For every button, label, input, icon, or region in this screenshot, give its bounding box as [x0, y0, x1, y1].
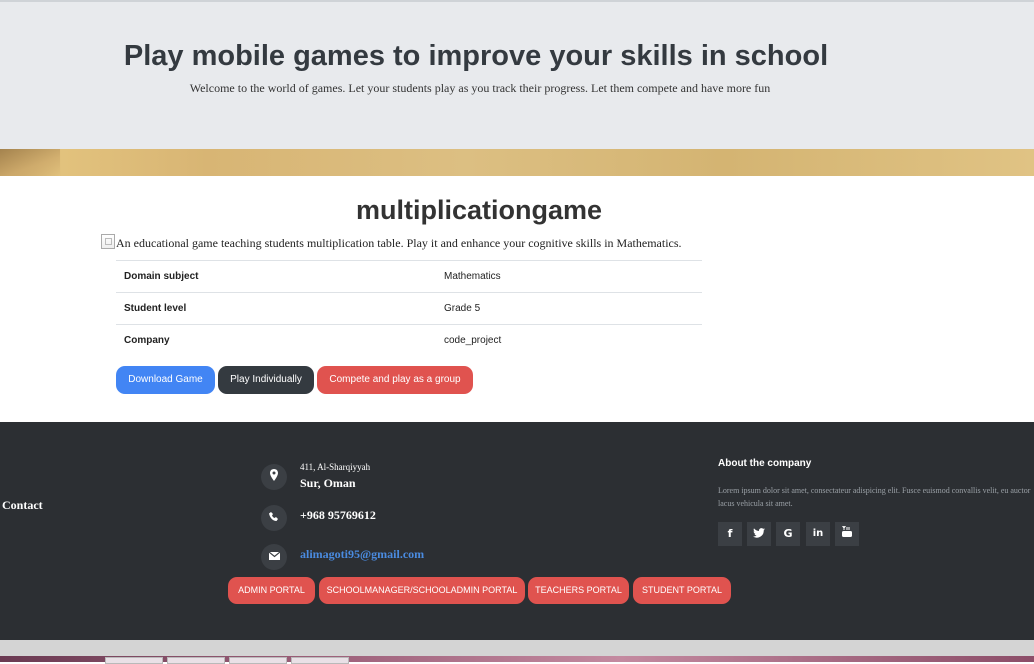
envelope-icon	[261, 544, 287, 570]
compete-group-button[interactable]: Compete and play as a group	[317, 366, 473, 394]
footer: Contact 411, Al-Sharqiyyah Sur, Oman +96…	[0, 422, 1034, 640]
contact-heading: Contact	[2, 498, 43, 512]
about-heading: About the company	[718, 458, 812, 469]
game-image-icon	[101, 234, 115, 249]
taskbar-item[interactable]	[167, 657, 225, 664]
taskbar-item[interactable]	[229, 657, 287, 664]
address-line-1: 411, Al-Sharqiyyah	[300, 462, 371, 472]
detail-value: code_project	[436, 324, 702, 356]
detail-value: Mathematics	[436, 260, 702, 293]
table-row: Student level Grade 5	[116, 292, 702, 325]
download-game-button[interactable]: Download Game	[116, 366, 215, 394]
student-portal-button[interactable]: STUDENT PORTAL	[633, 577, 731, 604]
teachers-portal-button[interactable]: TEACHERS PORTAL	[528, 577, 629, 604]
address-line-2: Sur, Oman	[300, 476, 356, 490]
bottom-strip	[0, 640, 1034, 656]
hero-subtitle: Welcome to the world of games. Let your …	[189, 81, 771, 95]
email-link[interactable]: alimagoti95@gmail.com	[300, 547, 424, 562]
facebook-icon[interactable]: f	[718, 522, 742, 546]
game-details-table: Domain subject Mathematics Student level…	[116, 260, 702, 356]
game-description: An educational game teaching students mu…	[101, 234, 682, 251]
play-individually-button[interactable]: Play Individually	[218, 366, 314, 394]
google-icon[interactable]: G	[776, 522, 800, 546]
schoolmanager-portal-button[interactable]: SCHOOLMANAGER/SCHOOLADMIN PORTAL	[319, 577, 525, 604]
taskbar-item[interactable]	[291, 657, 349, 664]
detail-label: Company	[116, 324, 436, 356]
phone-icon	[261, 505, 287, 531]
about-text: Lorem ipsum dolor sit amet, consectateur…	[718, 486, 1031, 508]
location-pin-icon	[261, 464, 287, 490]
table-row: Domain subject Mathematics	[116, 260, 702, 293]
phone-number: +968 95769612	[300, 508, 376, 522]
hero-title: Play mobile games to improve your skills…	[123, 40, 829, 72]
youtube-icon[interactable]	[835, 522, 859, 546]
detail-label: Student level	[116, 292, 436, 325]
decorative-banner-image	[0, 149, 1034, 176]
admin-portal-button[interactable]: ADMIN PORTAL	[228, 577, 315, 604]
game-description-text: An educational game teaching students mu…	[116, 236, 682, 250]
hero-section: Play mobile games to improve your skills…	[0, 2, 1034, 149]
table-row: Company code_project	[116, 324, 702, 356]
twitter-icon[interactable]	[747, 522, 771, 546]
taskbar-item[interactable]	[105, 657, 163, 664]
detail-label: Domain subject	[116, 260, 436, 293]
detail-value: Grade 5	[436, 292, 702, 325]
game-title: multiplicationgame	[355, 195, 603, 225]
linkedin-icon[interactable]: in	[806, 522, 830, 546]
